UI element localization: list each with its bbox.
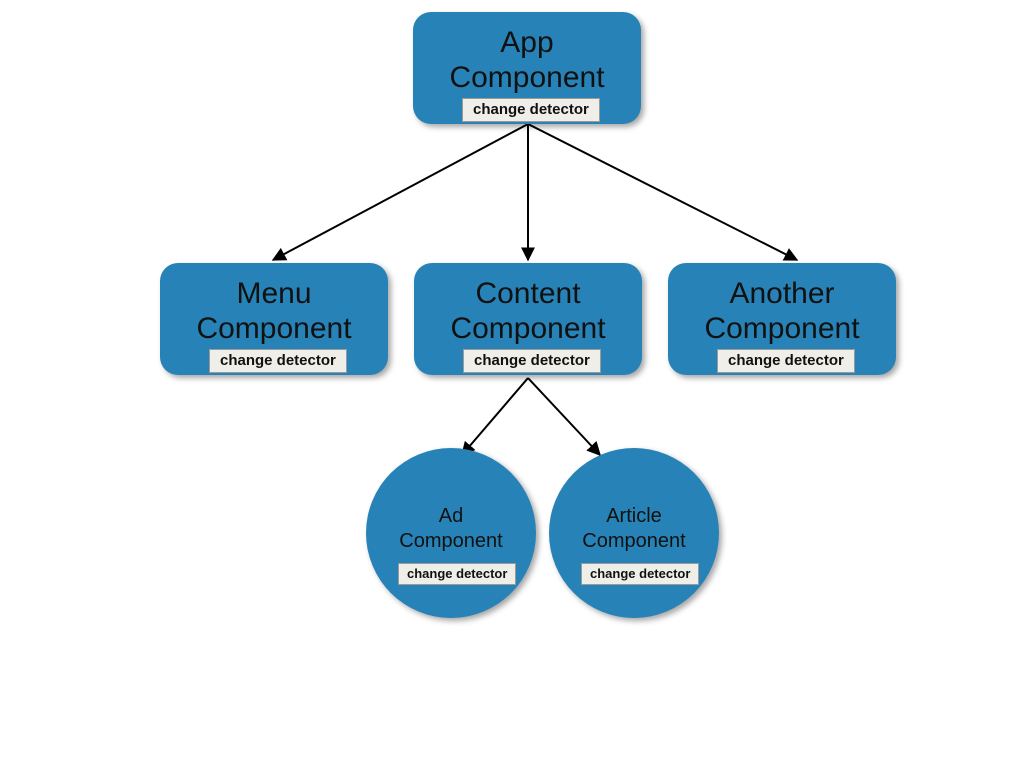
edge-app-menu	[273, 124, 528, 260]
node-article-title: Article Component	[582, 504, 685, 554]
edge-content-article	[528, 378, 600, 455]
badge-menu: change detector	[209, 349, 347, 373]
node-ad-title: Ad Component	[399, 504, 502, 554]
diagram-canvas: App Component change detector Menu Compo…	[0, 0, 1024, 768]
edge-app-another	[528, 124, 797, 260]
badge-article: change detector	[581, 563, 699, 585]
node-article: Article Component	[549, 448, 719, 618]
node-menu-title: Menu Component	[196, 277, 351, 346]
node-app-title: App Component	[449, 26, 604, 95]
node-content-title: Content Component	[450, 277, 605, 346]
badge-another: change detector	[717, 349, 855, 373]
node-ad: Ad Component	[366, 448, 536, 618]
badge-content: change detector	[463, 349, 601, 373]
badge-app: change detector	[462, 98, 600, 122]
badge-ad: change detector	[398, 563, 516, 585]
node-another-title: Another Component	[704, 277, 859, 346]
edge-content-ad	[462, 378, 528, 455]
